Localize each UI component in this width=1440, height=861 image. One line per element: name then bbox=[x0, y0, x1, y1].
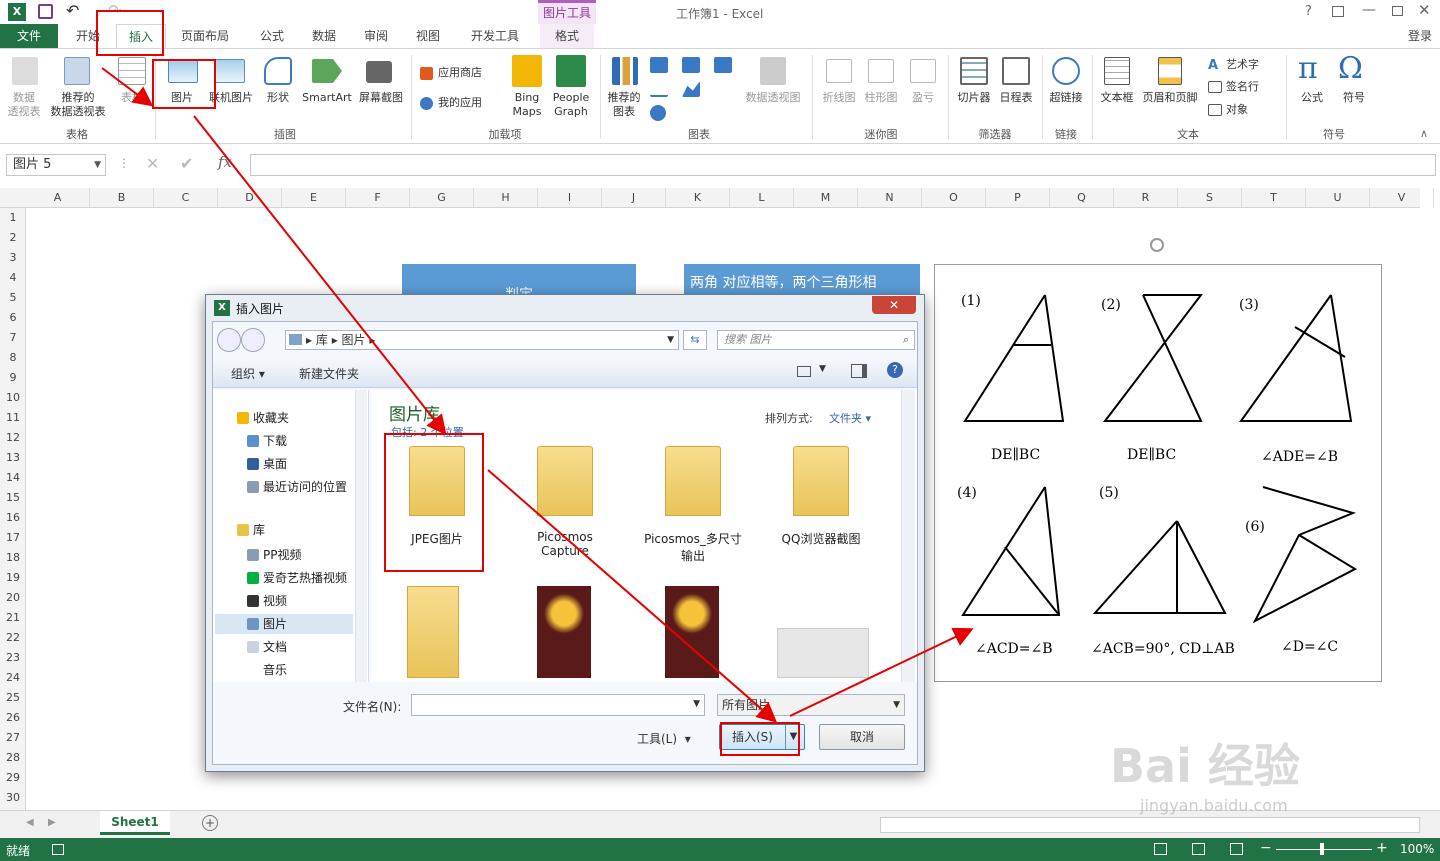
sheet-nav-next-icon[interactable]: ▶ bbox=[48, 817, 56, 828]
zoom-level[interactable]: 100% bbox=[1400, 842, 1434, 856]
sheet-tab-label: Sheet1 bbox=[111, 815, 159, 829]
status-bar: 就绪 − + 100% bbox=[0, 838, 1440, 861]
zoom-in-icon[interactable]: + bbox=[1376, 840, 1388, 856]
zoom-slider-thumb[interactable] bbox=[1320, 843, 1324, 855]
arrow-picture-to-folder bbox=[193, 115, 447, 436]
page-break-view-icon[interactable] bbox=[1230, 843, 1243, 855]
sheet-nav-prev-icon[interactable]: ◀ bbox=[26, 817, 34, 828]
arrow-folder-to-insert bbox=[487, 469, 778, 723]
zoom-slider[interactable] bbox=[1276, 849, 1372, 850]
status-ready: 就绪 bbox=[6, 844, 31, 858]
normal-view-icon[interactable] bbox=[1154, 843, 1167, 855]
page-layout-view-icon[interactable] bbox=[1192, 843, 1205, 855]
zoom-out-icon[interactable]: − bbox=[1260, 840, 1272, 856]
arrow-insert-to-sheet bbox=[789, 627, 974, 717]
watermark-url: jingyan.baidu.com bbox=[1140, 796, 1288, 815]
macro-record-icon[interactable] bbox=[52, 844, 64, 855]
horizontal-scrollbar[interactable] bbox=[880, 817, 1420, 833]
sheet-tab-sheet1[interactable]: Sheet1 bbox=[100, 811, 170, 835]
watermark-brand: Bai 经验 bbox=[1110, 739, 1300, 793]
arrow-tab-to-picture bbox=[101, 67, 154, 107]
add-sheet-button[interactable]: + bbox=[202, 815, 218, 831]
